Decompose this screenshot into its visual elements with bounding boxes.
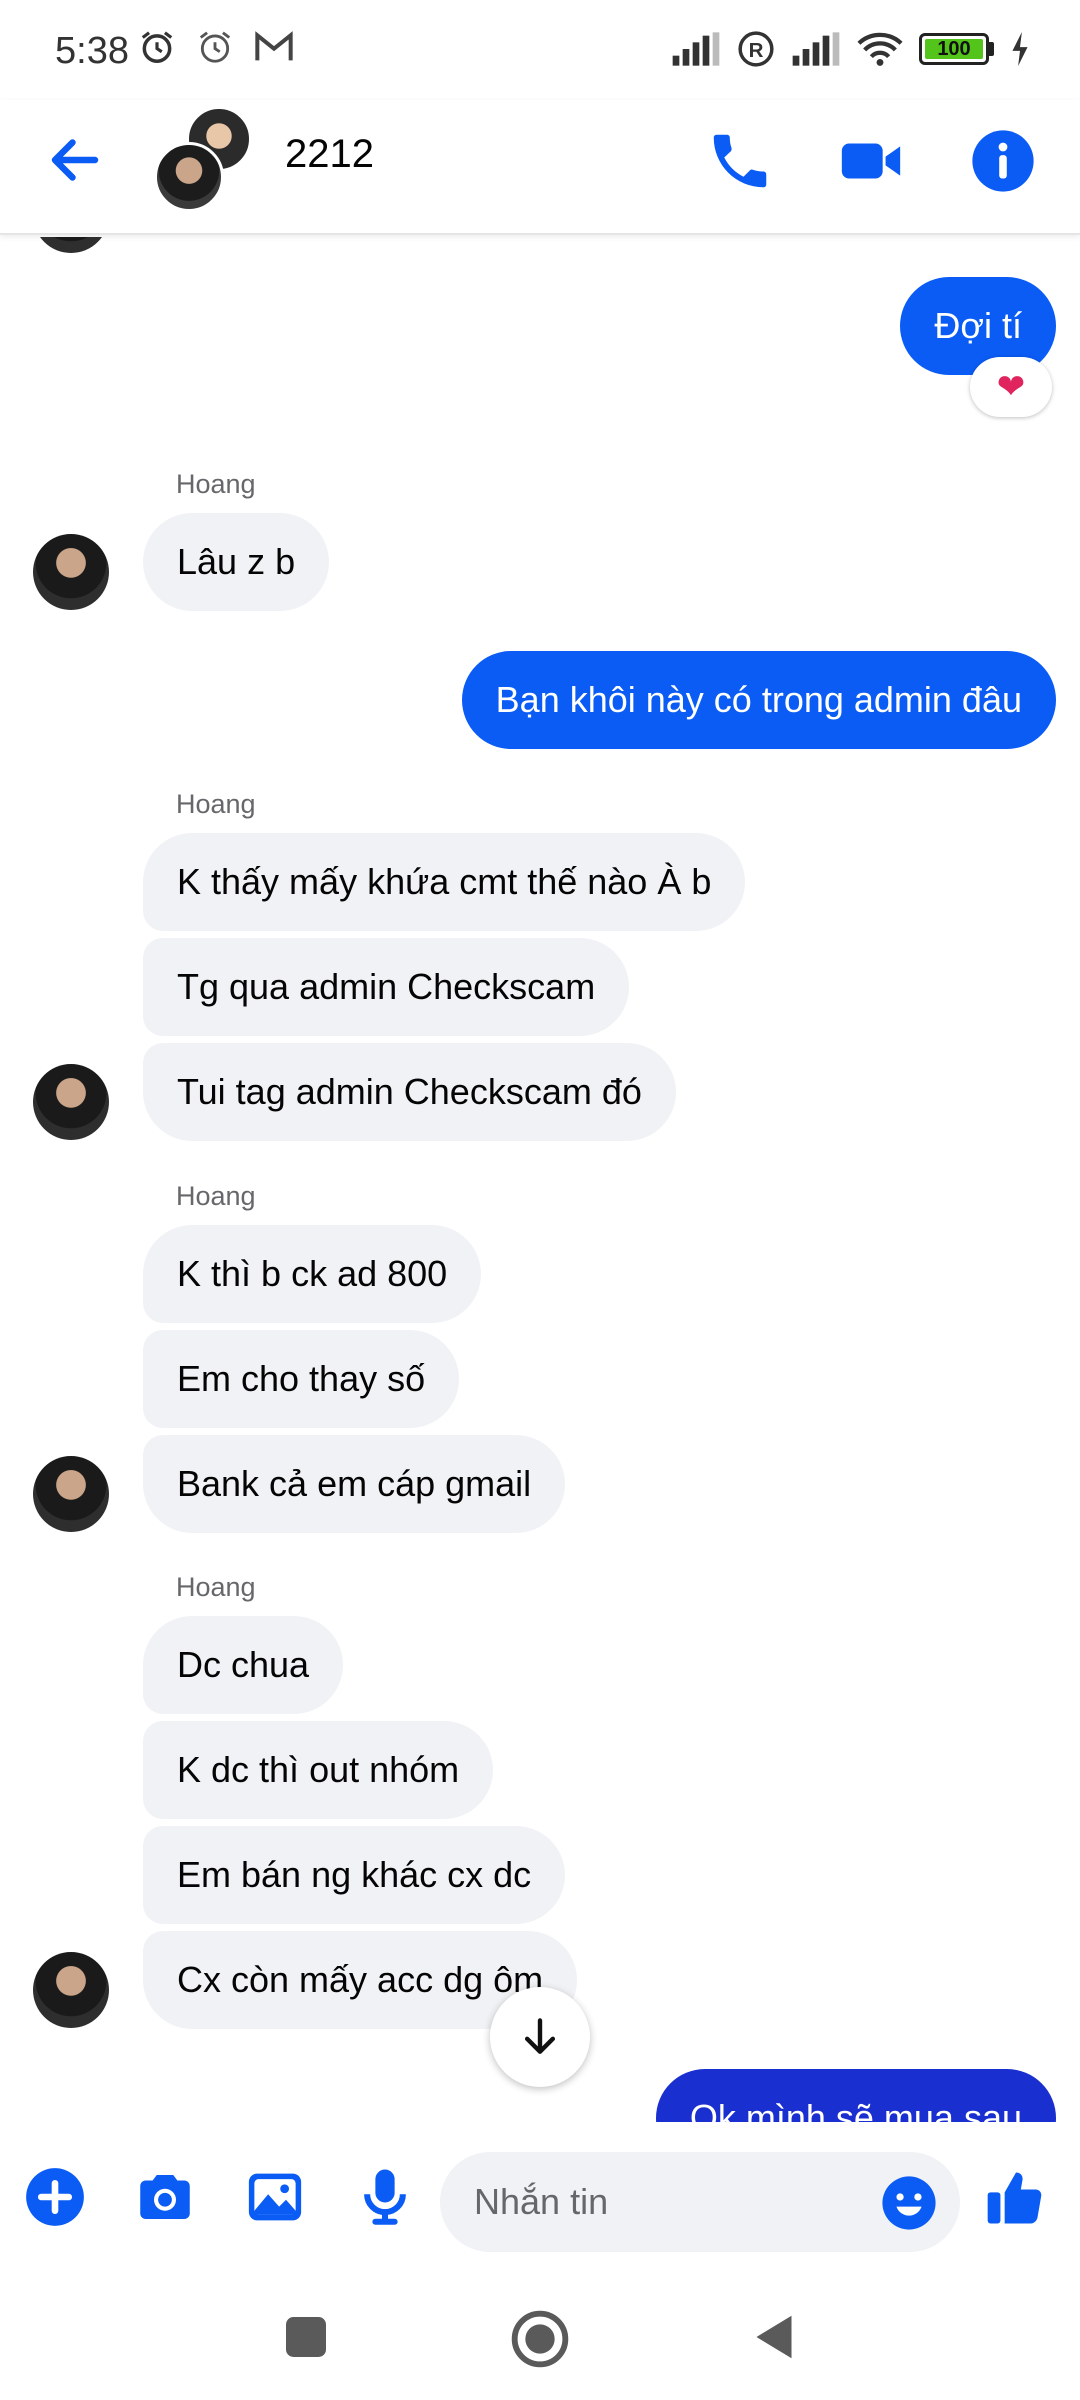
sender-name: Hoang xyxy=(176,1572,256,1602)
alarm-icon xyxy=(199,31,231,63)
emoji-button[interactable] xyxy=(880,2174,938,2232)
message-bubble-incoming[interactable]: Em cho thay số xyxy=(143,1330,460,1428)
arrow-down-icon xyxy=(524,2018,556,2054)
message-bubble-incoming[interactable]: Lâu z b xyxy=(143,513,330,611)
back-icon xyxy=(756,2315,792,2359)
info-button[interactable] xyxy=(968,126,1038,196)
plus-icon xyxy=(26,2168,84,2226)
info-icon xyxy=(972,130,1034,192)
avatar xyxy=(33,237,109,253)
roaming-icon: R xyxy=(738,31,774,67)
message-list[interactable]: Đợi tí ❤ Hoang Lâu z b Bạn khôi này có t… xyxy=(0,237,1080,2122)
avatar[interactable] xyxy=(33,1456,109,1532)
sender-name: Hoang xyxy=(176,469,256,499)
message-bubble-incoming[interactable]: K thì b ck ad 800 xyxy=(143,1225,482,1323)
system-nav-bar xyxy=(0,2277,1080,2400)
video-icon xyxy=(841,143,901,179)
wifi-icon xyxy=(857,32,903,66)
gmail-icon xyxy=(255,31,293,61)
scroll-to-bottom-button[interactable] xyxy=(490,1987,590,2087)
heart-reaction-icon[interactable]: ❤ xyxy=(970,357,1052,417)
phone-icon xyxy=(713,134,767,188)
message-bubble-incoming[interactable]: K thấy mấy khứa cmt thế nào À b xyxy=(143,833,746,931)
home-icon xyxy=(511,2310,569,2368)
sender-name: Hoang xyxy=(176,1181,256,1211)
chat-title[interactable]: 2212 xyxy=(285,132,374,177)
chat-header: 2212 xyxy=(0,100,1080,235)
home-button[interactable] xyxy=(508,2307,569,2368)
battery-level: 100 xyxy=(937,37,971,60)
camera-button[interactable] xyxy=(132,2164,198,2230)
group-avatar[interactable] xyxy=(150,106,260,216)
message-bubble-incoming[interactable]: Em bán ng khác cx dc xyxy=(143,1826,566,1924)
microphone-icon xyxy=(364,2169,406,2225)
message-bubble-incoming[interactable]: Bank cả em cáp gmail xyxy=(143,1435,566,1533)
avatar[interactable] xyxy=(33,1064,109,1140)
sender-name: Hoang xyxy=(176,789,256,819)
plus-button[interactable] xyxy=(22,2164,88,2230)
message-input[interactable] xyxy=(474,2152,854,2252)
recents-icon xyxy=(286,2317,326,2357)
message-bubble-incoming[interactable]: Dc chua xyxy=(143,1616,344,1714)
avatar xyxy=(154,142,224,212)
message-composer xyxy=(0,2122,1080,2277)
message-bubble-outgoing[interactable]: Bạn khôi này có trong admin đâu xyxy=(461,651,1056,749)
signal-icon xyxy=(792,32,840,66)
like-button[interactable] xyxy=(982,2164,1054,2230)
video-call-button[interactable] xyxy=(836,126,906,196)
message-bubble-incoming[interactable]: Tui tag admin Checkscam đó xyxy=(143,1043,676,1141)
camera-icon xyxy=(140,2175,190,2219)
avatar[interactable] xyxy=(33,534,109,610)
image-icon xyxy=(248,2173,302,2221)
svg-text:R: R xyxy=(749,39,764,62)
message-bubble-incoming[interactable]: K dc thì out nhóm xyxy=(143,1721,494,1819)
gallery-button[interactable] xyxy=(242,2164,308,2230)
battery-icon: 100 xyxy=(919,33,994,65)
call-button[interactable] xyxy=(705,126,775,196)
charging-icon xyxy=(1012,32,1028,66)
status-bar: 5:38 R 100 xyxy=(0,0,1080,100)
system-back-button[interactable] xyxy=(744,2307,804,2367)
voice-button[interactable] xyxy=(352,2164,418,2230)
emoji-icon xyxy=(882,2176,936,2230)
alarm-icon xyxy=(141,31,173,63)
avatar[interactable] xyxy=(33,1952,109,2028)
back-arrow-icon xyxy=(51,139,99,181)
thumbs-up-icon xyxy=(987,2172,1042,2224)
back-button[interactable] xyxy=(45,130,105,190)
message-input-container xyxy=(440,2152,960,2252)
message-bubble-incoming[interactable]: Tg qua admin Checkscam xyxy=(143,938,630,1036)
recents-button[interactable] xyxy=(276,2307,336,2367)
signal-icon xyxy=(672,32,720,66)
message-bubble-outgoing[interactable]: Ok mình sẽ mua sau xyxy=(655,2069,1056,2122)
status-time: 5:38 xyxy=(55,30,129,72)
